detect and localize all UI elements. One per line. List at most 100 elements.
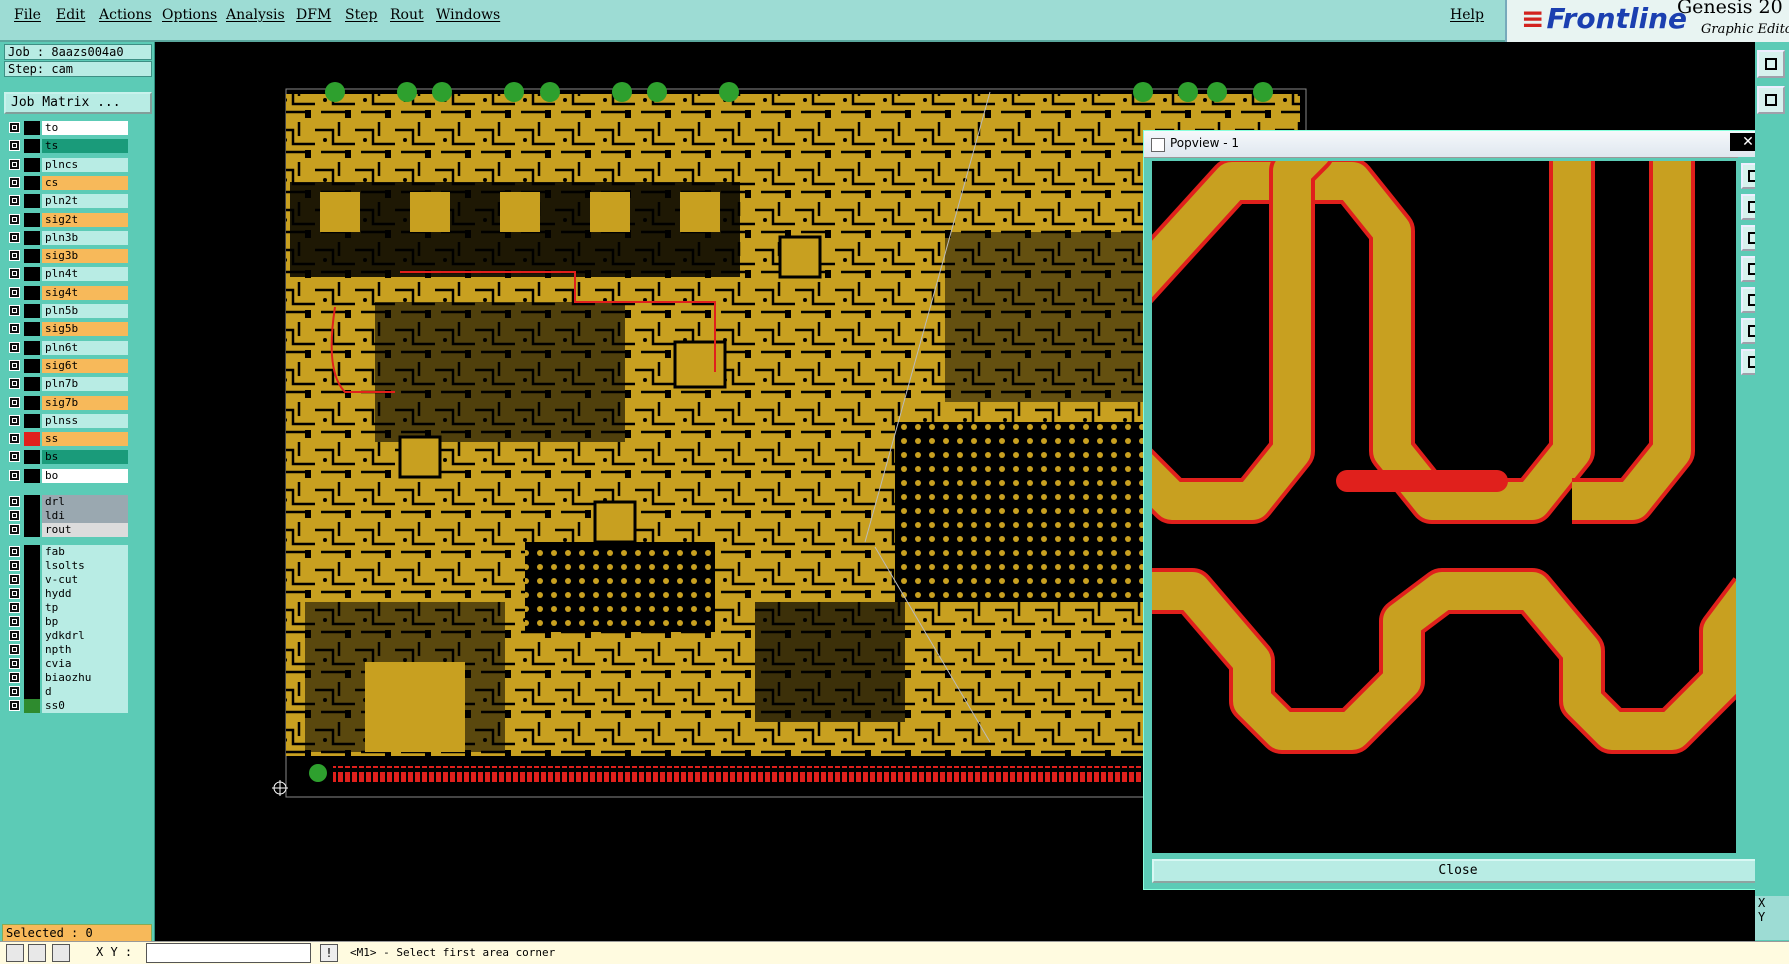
popview-zoom-view[interactable] [1152,161,1736,853]
layer-color-swatch[interactable] [24,358,40,373]
menu-windows[interactable]: Windows [436,7,500,23]
menu-file[interactable]: File [14,7,41,23]
layer-color-swatch[interactable] [24,121,40,135]
layer-name[interactable]: lsolts [42,559,128,573]
layer-name[interactable]: pln6t [42,340,128,355]
layer-row-rout[interactable]: rout [6,522,128,538]
layer-name[interactable]: pln4t [42,267,128,282]
layer-checkbox[interactable] [9,524,20,535]
layer-name[interactable]: tp [42,601,128,615]
menu-rout[interactable]: Rout [390,7,424,23]
layer-row-pln7b[interactable]: pln7b [6,376,128,392]
layer-row-cs[interactable]: cs [6,175,128,191]
layer-row-sig6t[interactable]: sig6t [6,358,128,374]
layer-name[interactable]: pln7b [42,377,128,392]
layer-row-sig4t[interactable]: sig4t [6,285,128,301]
menu-actions[interactable]: Actions [99,7,152,23]
layer-checkbox[interactable] [9,305,20,316]
layer-color-swatch[interactable] [24,285,40,300]
layer-checkbox[interactable] [9,433,20,445]
layer-row-plncs[interactable]: plncs [6,157,128,173]
grid-icon[interactable] [52,944,70,962]
popview-titlebar[interactable]: Popview - 1 ✕ [1144,131,1770,158]
layer-checkbox[interactable] [9,378,20,390]
layer-color-swatch[interactable] [24,559,40,573]
layer-checkbox[interactable] [9,700,20,711]
layer-name[interactable]: sig6t [42,358,128,373]
layer-color-swatch[interactable] [24,629,40,643]
layer-color-swatch[interactable] [24,450,40,465]
layer-color-swatch[interactable] [24,573,40,587]
menu-step[interactable]: Step [345,7,377,23]
layer-row-pln3b[interactable]: pln3b [6,230,128,246]
layer-name[interactable]: cs [42,175,128,190]
job-matrix-button[interactable]: Job Matrix ... [4,92,152,114]
layer-color-swatch[interactable] [24,377,40,392]
layer-checkbox[interactable] [9,510,20,521]
layer-name[interactable]: v-cut [42,573,128,587]
layer-row-pln4t[interactable]: pln4t [6,266,128,282]
layer-name[interactable]: ss [42,432,128,447]
layer-name[interactable]: ydkdrl [42,629,128,643]
layer-name[interactable]: fab [42,545,128,559]
layer-color-swatch[interactable] [24,395,40,410]
popview-close-button[interactable]: Close [1152,859,1764,883]
layer-name[interactable]: hydd [42,587,128,601]
layer-name[interactable]: sig2t [42,212,128,227]
layer-checkbox[interactable] [9,359,20,371]
layer-checkbox[interactable] [9,268,20,280]
layer-row-pln6t[interactable]: pln6t [6,340,128,356]
layer-checkbox[interactable] [9,176,20,188]
layer-row-ts[interactable]: ts [6,138,128,154]
layer-name[interactable]: bs [42,450,128,465]
layer-name[interactable]: bp [42,615,128,629]
layer-checkbox[interactable] [9,341,20,353]
layer-name[interactable]: bo [42,468,128,483]
layer-checkbox[interactable] [9,588,20,599]
layer-name[interactable]: to [42,121,128,135]
layer-color-swatch[interactable] [24,267,40,282]
layer-name[interactable]: sig5b [42,322,128,337]
menu-options[interactable]: Options [162,7,217,23]
layer-checkbox[interactable] [9,213,20,225]
layer-color-swatch[interactable] [24,699,40,713]
layer-checkbox[interactable] [9,546,20,557]
layer-checkbox[interactable] [9,231,20,243]
layer-name[interactable]: ss0 [42,699,128,713]
layer-checkbox[interactable] [9,414,20,426]
layer-row-bs[interactable]: bs [6,449,128,465]
layer-row-sig7b[interactable]: sig7b [6,395,128,411]
layer-checkbox[interactable] [9,158,20,170]
layer-name[interactable]: pln5b [42,304,128,318]
layer-name[interactable]: pln2t [42,194,128,209]
layer-color-swatch[interactable] [24,413,40,428]
layer-color-swatch[interactable] [24,175,40,190]
layer-color-swatch[interactable] [24,509,40,523]
layer-row-plnss[interactable]: plnss [6,413,128,429]
cancel-icon[interactable] [28,944,46,962]
layer-color-swatch[interactable] [24,340,40,355]
popview-window[interactable]: Popview - 1 ✕ Close [1143,130,1771,890]
layer-row-pln2t[interactable]: pln2t [6,193,128,209]
layer-checkbox[interactable] [9,323,20,335]
layer-checkbox[interactable] [9,396,20,408]
layer-color-swatch[interactable] [24,304,40,318]
layer-name[interactable]: ts [42,139,128,154]
layer-name[interactable]: pln3b [42,230,128,245]
menu-analysis[interactable]: Analysis [226,7,285,23]
layer-row-ss[interactable]: ss [6,431,128,447]
layer-color-swatch[interactable] [24,157,40,172]
layer-checkbox[interactable] [9,560,20,571]
layer-color-swatch[interactable] [24,545,40,559]
menu-dfm[interactable]: DFM [296,7,331,23]
layer-row-bo[interactable]: bo [6,468,128,484]
menu-help[interactable]: Help [1450,7,1484,23]
layer-name[interactable]: plnss [42,413,128,428]
layer-name[interactable]: cvia [42,657,128,671]
layer-name[interactable]: npth [42,643,128,657]
layer-color-swatch[interactable] [24,194,40,209]
xy-input[interactable] [146,943,311,963]
layer-color-swatch[interactable] [24,432,40,447]
layer-checkbox[interactable] [9,451,20,463]
layer-checkbox[interactable] [9,630,20,641]
